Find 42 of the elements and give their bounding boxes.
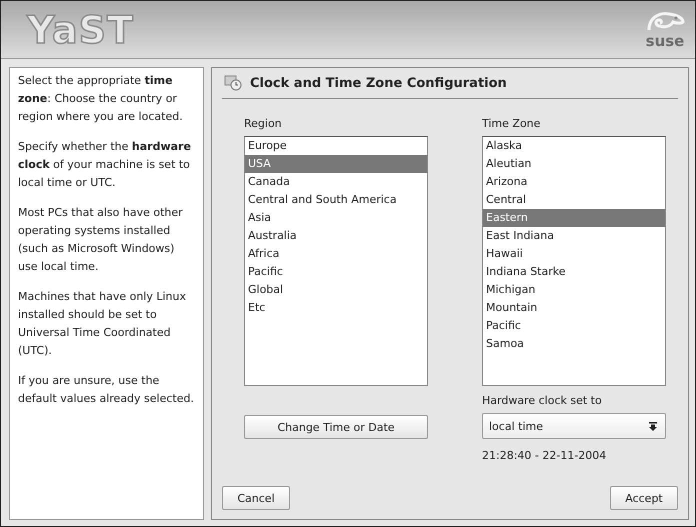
region-item[interactable]: Canada — [245, 173, 427, 191]
time-zone-item[interactable]: Samoa — [483, 335, 665, 353]
help-text: Specify whether the hardware clock of your machine is set to local time or UTC. — [18, 139, 192, 191]
region-item[interactable]: Global — [245, 281, 427, 299]
region-item[interactable]: Pacific — [245, 263, 427, 281]
cancel-button[interactable]: Cancel — [222, 486, 290, 510]
region-item[interactable]: Asia — [245, 209, 427, 227]
change-time-button[interactable]: Change Time or Date — [244, 415, 428, 439]
clock-map-icon — [224, 75, 242, 91]
dropdown-arrow-icon — [649, 422, 657, 430]
yast-logo: YaST — [27, 8, 134, 52]
region-item[interactable]: Australia — [245, 227, 427, 245]
help-text: Machines that have only Linux installed should be set to Universal Time Coordinated (UTC). — [18, 289, 187, 359]
region-item[interactable]: Etc — [245, 299, 427, 317]
time-zone-item[interactable]: Pacific — [483, 317, 665, 335]
help-text: If you are unsure, use the default values already selected. — [18, 373, 195, 407]
region-item[interactable]: Central and South America — [245, 191, 427, 209]
time-zone-item[interactable]: Hawaii — [483, 245, 665, 263]
region-item[interactable]: USA — [245, 155, 427, 173]
brand-logo: suse — [646, 34, 684, 49]
time-zone-item[interactable]: Aleutian — [483, 155, 665, 173]
help-text: Select the appropriate time zone: Choose the country or region where you are located. — [18, 73, 184, 125]
region-item[interactable]: Europe — [245, 137, 427, 155]
time-zone-item[interactable]: Mountain — [483, 299, 665, 317]
region-list[interactable]: Europe USA Canada Central and South America Asia Australia Africa Pacific Global Etc — [244, 136, 428, 386]
time-zone-label: Time Zone — [482, 117, 542, 130]
time-zone-item[interactable]: Eastern — [483, 209, 665, 227]
current-time: 21:28:40 - 22-11-2004 — [482, 449, 608, 462]
time-zone-item[interactable]: Indiana Starke — [483, 263, 665, 281]
time-zone-item[interactable]: Alaska — [483, 137, 665, 155]
accept-button[interactable]: Accept — [610, 486, 678, 510]
region-item[interactable]: Africa — [245, 245, 427, 263]
time-zone-item[interactable]: Central — [483, 191, 665, 209]
help-text: Most PCs that also have other operating systems installed (such as Microsoft Windows) use local time. — [18, 205, 184, 275]
time-zone-list[interactable]: Alaska Aleutian Arizona Central Eastern East Indiana Hawaii Indiana Starke Michigan Mountain Pacific Samoa — [482, 136, 666, 386]
hardware-clock-dropdown[interactable]: local time — [482, 413, 666, 439]
hardware-clock-label: Hardware clock set to — [482, 394, 603, 407]
time-zone-item[interactable]: Michigan — [483, 281, 665, 299]
time-zone-item[interactable]: East Indiana — [483, 227, 665, 245]
time-zone-item[interactable]: Arizona — [483, 173, 665, 191]
region-label: Region — [244, 117, 283, 130]
dialog-title: Clock and Time Zone Configuration — [250, 76, 507, 90]
